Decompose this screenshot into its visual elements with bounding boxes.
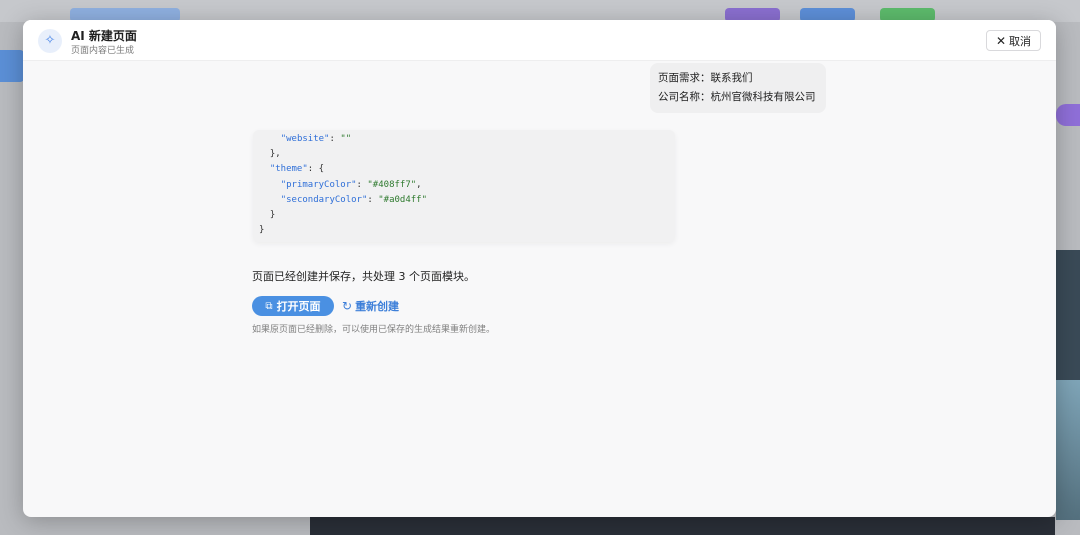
ai-new-page-dialog: ✧ AI 新建页面 页面内容已生成 ✕ 取消 页面需求：联系我们 公司名称：杭州… [23, 20, 1056, 517]
cancel-button[interactable]: ✕ 取消 [986, 30, 1041, 51]
backdrop-panel-image [1056, 380, 1080, 520]
code-line: "website": "" [280, 134, 352, 144]
backdrop-sidebar-active [0, 50, 24, 82]
recreate-hint: 如果原页面已经删除，可以使用已保存的生成结果重新创建。 [252, 325, 496, 335]
code-line: "primaryColor": "#408ff7", [280, 179, 422, 190]
open-page-button[interactable]: ⧉ 打开页面 [252, 296, 334, 316]
backdrop-floating-button [1056, 104, 1080, 126]
backdrop-footer [310, 517, 1055, 535]
recreate-label: 重新创建 [355, 300, 400, 313]
recreate-button[interactable]: ↻ 重新创建 [342, 298, 399, 314]
code-line: "secondaryColor": "#a0d4ff" [280, 194, 428, 205]
code-line: }, [269, 149, 281, 160]
open-page-label: 打开页面 [276, 300, 321, 313]
code-line: } [269, 210, 276, 221]
refresh-icon: ↻ [342, 299, 353, 313]
external-link-icon: ⧉ [265, 300, 273, 312]
request-message-bubble: 页面需求：联系我们 公司名称：杭州官微科技有限公司 [650, 63, 826, 113]
cancel-button-label: 取消 [1009, 34, 1032, 48]
close-icon: ✕ [995, 33, 1007, 48]
dialog-header: ✧ AI 新建页面 页面内容已生成 ✕ 取消 [23, 20, 1056, 61]
code-line: "theme": { [269, 164, 325, 175]
code-line: } [259, 225, 265, 236]
generated-json-code-block: "website": "" }, "theme": { "primaryColo… [253, 130, 675, 242]
result-message: 页面已经创建并保存，共处理 3 个页面模块。 [252, 270, 475, 283]
dialog-title: AI 新建页面 [71, 29, 137, 43]
request-line-1: 页面需求：联系我们 [658, 72, 753, 84]
backdrop-panel-dark [1056, 250, 1080, 380]
dialog-subtitle: 页面内容已生成 [71, 46, 135, 56]
request-line-2: 公司名称：杭州官微科技有限公司 [658, 91, 816, 103]
sparkle-icon: ✧ [38, 29, 62, 53]
